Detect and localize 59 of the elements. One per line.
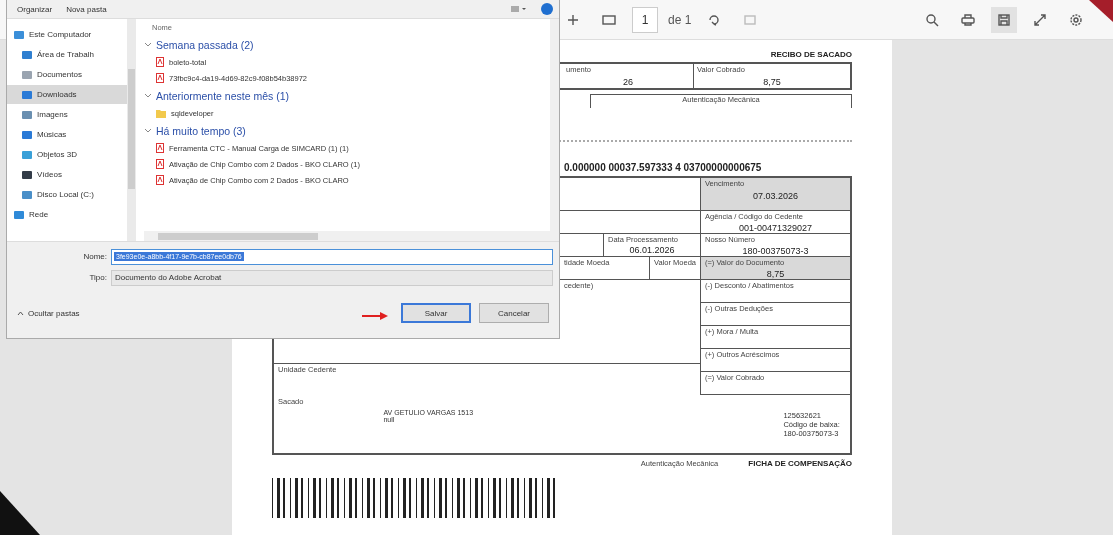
pdf-file-icon xyxy=(156,143,164,153)
view-options-icon[interactable] xyxy=(511,5,527,13)
arrow-annotation xyxy=(362,312,388,320)
nav-item[interactable]: Downloads xyxy=(7,85,127,104)
file-type-dropdown[interactable]: Documento do Adobe Acrobat xyxy=(111,269,553,286)
pdf-file-icon xyxy=(156,73,164,83)
documents-folder-icon xyxy=(21,69,33,80)
receipt-title: RECIBO DE SACADO xyxy=(769,50,852,59)
field-value: 180-00375073-3 xyxy=(741,246,810,256)
group-header[interactable]: Semana passada (2) xyxy=(144,35,270,54)
corner-decoration xyxy=(1089,0,1113,22)
nav-item[interactable]: Este Computador xyxy=(7,25,127,44)
save-icon[interactable] xyxy=(991,6,1017,33)
nav-item[interactable]: Documentos xyxy=(7,65,127,84)
dialog-button[interactable]: Cancelar xyxy=(479,303,549,323)
horizontal-scrollbar[interactable] xyxy=(144,231,550,241)
hide-folders-button[interactable]: Ocultar pastas xyxy=(17,308,80,318)
nav-item[interactable]: Rede xyxy=(7,205,127,224)
dialog-button[interactable]: Salvar xyxy=(401,303,471,323)
nav-item[interactable]: Área de Trabalh xyxy=(7,45,127,64)
field-value: 8,75 xyxy=(762,77,782,87)
pdf-file-icon xyxy=(156,159,164,169)
page-count: de 1 xyxy=(668,12,692,27)
field-value: 26 xyxy=(622,77,634,87)
nav-scrollbar[interactable] xyxy=(127,19,136,241)
digitable-line: 0.000000 00037.597333 4 03700000000675 xyxy=(564,162,763,173)
slip-title: FICHA DE COMPENSAÇÃO xyxy=(748,459,852,468)
music-folder-icon xyxy=(21,129,33,140)
list-scrollbar[interactable] xyxy=(550,19,559,241)
nav-item[interactable]: Disco Local (C:) xyxy=(7,185,127,204)
nav-item[interactable]: Músicas xyxy=(7,125,127,144)
network-folder-icon xyxy=(13,209,25,220)
field-value: 8,75 xyxy=(765,269,786,279)
field-value: 001-00471329027 xyxy=(737,223,813,233)
help-icon[interactable] xyxy=(541,3,553,15)
organize-menu[interactable]: Organizar xyxy=(17,4,53,14)
pictures-folder-icon xyxy=(21,109,33,120)
nav-item[interactable]: Objetos 3D xyxy=(7,145,127,164)
downloads-folder-icon xyxy=(21,89,33,100)
pdf-file-icon xyxy=(156,57,164,67)
desktop-folder-icon xyxy=(21,49,33,60)
computer-folder-icon xyxy=(13,29,25,40)
field-value: 06.01.2026 xyxy=(628,245,676,255)
objects-folder-icon xyxy=(21,149,33,160)
folder-icon xyxy=(156,108,166,118)
new-folder-button[interactable]: Nova pasta xyxy=(66,4,107,14)
page-number-field[interactable]: 1 xyxy=(632,6,658,33)
drive-folder-icon xyxy=(21,189,33,200)
file-name-label: Nome: xyxy=(82,252,108,261)
group-header[interactable]: Há muito tempo (3) xyxy=(144,121,262,140)
pdf-file-icon xyxy=(156,175,164,185)
nav-item[interactable]: Vídeos xyxy=(7,165,127,184)
caret-icon xyxy=(17,310,24,316)
corner-decoration xyxy=(0,491,40,535)
group-header[interactable]: Anteriormente neste mês (1) xyxy=(144,86,306,105)
field-value: 07.03.2026 xyxy=(751,191,799,201)
videos-folder-icon xyxy=(21,169,33,180)
file-type-label: Tipo: xyxy=(88,273,108,282)
nav-item[interactable]: Imagens xyxy=(7,105,127,124)
